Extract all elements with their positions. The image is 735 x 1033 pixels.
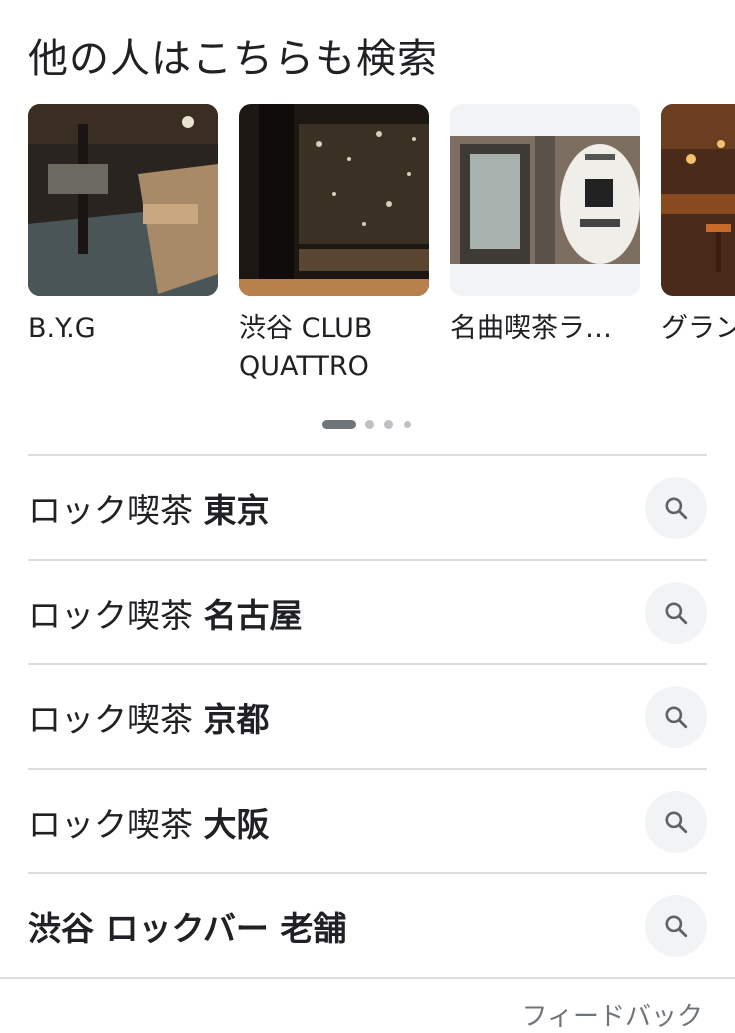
place-photo-quattro: [239, 104, 429, 296]
search-icon-button[interactable]: [645, 581, 707, 644]
section-title: 他の人はこちらも検索: [28, 36, 438, 82]
place-card-meikyoku[interactable]: 名曲喫茶ラ…: [450, 104, 640, 348]
related-search-text: 渋谷 ロックバー 老舗: [28, 902, 645, 950]
search-icon-button[interactable]: [645, 894, 707, 957]
search-icon-button[interactable]: [645, 790, 707, 853]
feedback-link[interactable]: フィードバック: [522, 996, 703, 1033]
place-card-quattro[interactable]: 渋谷 CLUB QUATTRO: [239, 104, 429, 386]
related-search-item[interactable]: ロック喫茶 京都: [28, 665, 707, 768]
related-search-text: ロック喫茶 東京: [28, 484, 645, 532]
place-photo-gran: [661, 104, 735, 296]
places-carousel[interactable]: B.Y.G 渋谷 CLUB QUATTRO 名曲喫茶ラ… グラン: [28, 104, 735, 394]
carousel-dot: [404, 421, 411, 428]
query-highlight: 大阪: [203, 804, 270, 844]
related-search-text: ロック喫茶 大阪: [28, 798, 645, 846]
related-search-item[interactable]: ロック喫茶 東京: [28, 456, 707, 559]
search-icon: [665, 705, 688, 728]
query-prefix: ロック喫茶: [28, 490, 204, 530]
place-name-line2: QUATTRO: [239, 351, 369, 382]
place-card-gran[interactable]: グラン: [661, 104, 735, 348]
related-search-item[interactable]: ロック喫茶 名古屋: [28, 561, 707, 664]
search-icon-button[interactable]: [645, 476, 707, 539]
carousel-dot-active: [322, 420, 356, 429]
place-photo-meikyoku: [450, 104, 640, 296]
place-name-line1: 渋谷 CLUB: [239, 313, 373, 344]
place-name: グラン: [661, 313, 735, 344]
search-icon-button[interactable]: [645, 685, 707, 748]
place-photo-byg: [28, 104, 218, 296]
search-icon: [665, 914, 688, 937]
query-highlight: 京都: [203, 699, 270, 739]
query-highlight: 渋谷 ロックバー 老舗: [28, 908, 347, 948]
related-search-item[interactable]: 渋谷 ロックバー 老舗: [28, 874, 707, 977]
related-search-item[interactable]: ロック喫茶 大阪: [28, 770, 707, 873]
divider: [0, 977, 735, 979]
search-icon: [665, 601, 688, 624]
query-highlight: 名古屋: [203, 595, 303, 635]
place-name: 名曲喫茶ラ…: [450, 313, 612, 344]
query-prefix: ロック喫茶: [28, 595, 204, 635]
related-search-text: ロック喫茶 京都: [28, 693, 645, 741]
query-prefix: ロック喫茶: [28, 699, 204, 739]
search-icon: [665, 496, 688, 519]
place-card-byg[interactable]: B.Y.G: [28, 104, 218, 348]
query-prefix: ロック喫茶: [28, 804, 204, 844]
query-highlight: 東京: [203, 490, 270, 530]
place-name: B.Y.G: [28, 313, 96, 344]
carousel-dot: [384, 420, 393, 429]
related-search-text: ロック喫茶 名古屋: [28, 589, 645, 637]
carousel-dot: [365, 420, 374, 429]
search-icon: [665, 810, 688, 833]
place-name: 渋谷 CLUB QUATTRO: [239, 310, 429, 386]
